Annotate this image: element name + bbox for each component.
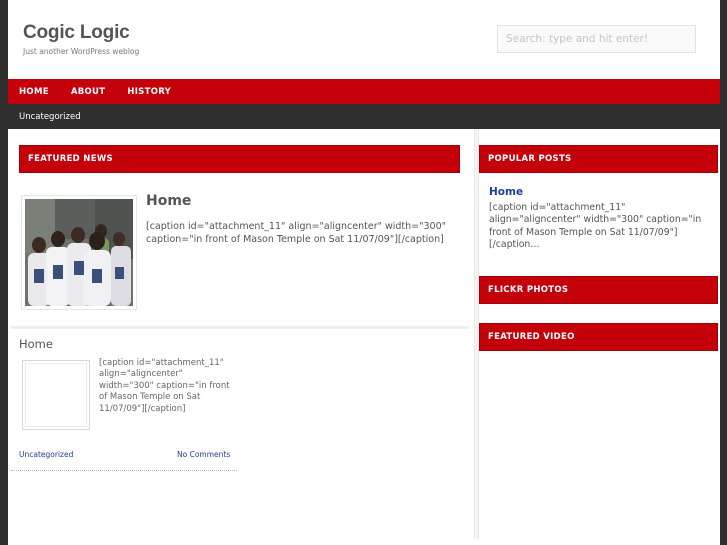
featured-post-excerpt: [caption id="attachment_11" align="align… [146,221,447,245]
site-description: Just another WordPress weblog [23,47,140,56]
flickr-photos-heading: FLICKR PHOTOS [479,276,718,304]
featured-thumbnail[interactable] [21,195,137,310]
main-navigation: HOME ABOUT HISTORY [8,79,720,104]
featured-news-heading: FEATURED NEWS [19,145,460,173]
post-category-link[interactable]: Uncategorized [19,450,73,459]
nav-item-home[interactable]: HOME [19,87,49,97]
nav-item-about[interactable]: ABOUT [71,87,105,97]
category-navigation: Uncategorized [8,104,720,129]
site-title[interactable]: Cogic Logic [23,22,130,44]
main-content: FEATURED NEWS Home [caption id="attachme… [8,129,478,545]
post-divider [11,470,237,471]
post-thumbnail[interactable] [22,360,90,430]
page: Cogic Logic Just another WordPress weblo… [8,0,720,545]
post-title[interactable]: Home [19,337,53,351]
search-box[interactable] [497,25,696,53]
nav-item-uncategorized[interactable]: Uncategorized [19,112,81,122]
featured-post-title[interactable]: Home [146,193,191,209]
popular-post-excerpt: [caption id="attachment_11" align="align… [489,202,702,250]
search-input[interactable] [498,26,695,52]
popular-post-title[interactable]: Home [489,186,523,198]
popular-posts-heading: POPULAR POSTS [479,145,718,173]
nav-item-history[interactable]: HISTORY [127,87,171,97]
section-divider [11,326,469,329]
post-comments-link[interactable]: No Comments [177,450,230,459]
post-excerpt: [caption id="attachment_11" align="align… [99,358,230,414]
featured-video-heading: FEATURED VIDEO [479,323,718,351]
sidebar: POPULAR POSTS Home [caption id="attachme… [479,129,720,545]
group-photo [25,199,133,306]
post-thumbnail-placeholder [25,363,87,427]
